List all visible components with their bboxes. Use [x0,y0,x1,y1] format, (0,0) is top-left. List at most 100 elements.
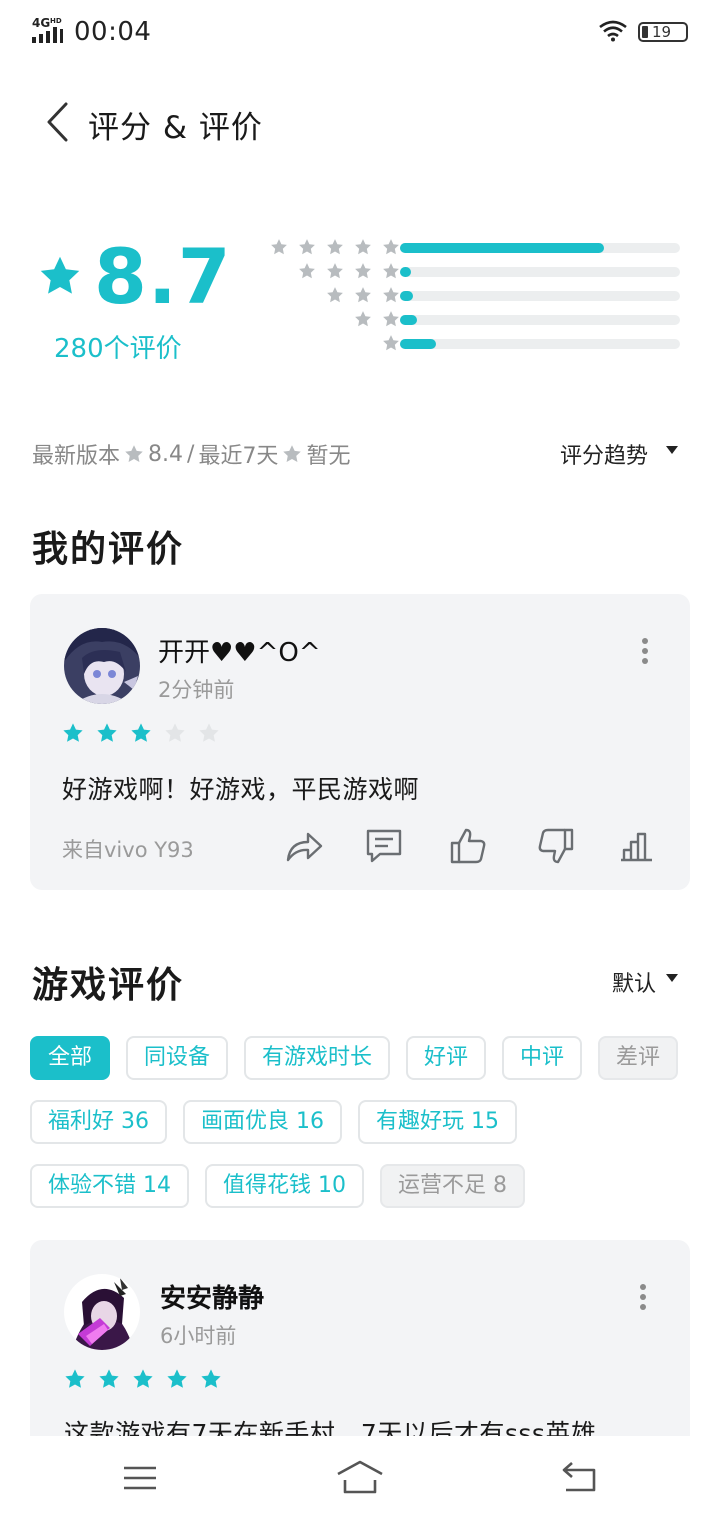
distribution-stars [270,238,400,258]
latest-version-rating: 最新版本 8.4 / 最近7天 暂无 [32,438,350,470]
star-icon [65,1369,85,1388]
filter-chip[interactable]: 全部 [30,1036,111,1080]
star-icon [383,239,399,255]
review-time: 6小时前 [160,1324,237,1348]
distribution-row-3-star [250,284,690,308]
comment-icon[interactable] [364,826,404,866]
star-icon [63,723,83,742]
status-bar: 4G HD 00:04 19 [0,0,720,64]
filter-chip[interactable]: 画面优良 16 [183,1100,342,1144]
filter-chip[interactable]: 有游戏时长 [244,1036,391,1080]
filter-chip[interactable]: 体验不错 14 [30,1164,189,1208]
menu-icon[interactable] [118,1458,162,1498]
star-icon [133,1369,153,1388]
star-icon [355,311,371,327]
star-icon [97,723,117,742]
star-icon [271,239,287,255]
review-text: 好游戏啊！好游戏，平民游戏啊 [62,775,420,804]
avatar[interactable] [64,628,140,704]
caret-down-icon[interactable] [666,446,678,454]
star-icon [355,287,371,303]
header: 评分 & 评价 [0,90,720,154]
latest-version-label: 最新版本 [32,444,121,469]
thumbs-up-icon[interactable] [448,826,488,866]
signal-4g-icon: 4G HD [32,16,63,43]
svg-text:4G: 4G [32,16,50,30]
status-time: 00:04 [74,17,152,47]
star-icon [299,263,315,279]
distribution-bar-fill [400,315,417,325]
wifi-icon [599,20,627,42]
star-icon [299,239,315,255]
svg-text:HD: HD [50,17,62,25]
star-icon [327,263,343,279]
distribution-bar-track [400,291,680,301]
star-icon [383,311,399,327]
distribution-bar-track [400,267,680,277]
star-icon [383,287,399,303]
star-icon [125,445,143,462]
rating-count: 280个评价 [54,334,182,364]
avatar[interactable] [64,1274,140,1350]
user-name: 开开♥♥^O^ [158,638,321,668]
score-value: 8.7 [94,232,232,321]
filter-chip[interactable]: 同设备 [126,1036,229,1080]
distribution-bar-track [400,315,680,325]
filter-chip[interactable]: 值得花钱 10 [205,1164,364,1208]
review-time: 2分钟前 [158,678,235,702]
stats-icon[interactable] [618,826,658,866]
distribution-stars [354,310,400,330]
rating-trend-button[interactable]: 评分趋势 [560,438,648,470]
caret-down-icon[interactable] [666,974,678,982]
distribution-bar-fill [400,339,437,349]
star-icon [383,335,399,351]
distribution-bar-track [400,339,680,349]
filter-chip[interactable]: 差评 [598,1036,679,1080]
star-icon [201,1369,221,1388]
filter-chip[interactable]: 中评 [502,1036,583,1080]
star-icon [383,263,399,279]
recent-label: 最近7天 [198,444,279,469]
star-icon [283,445,302,462]
distribution-bar-track [400,243,680,253]
user-name: 安安静静 [160,1284,265,1314]
battery-level: 19 [652,23,672,41]
review-stars [62,722,220,744]
distribution-stars [382,334,400,354]
share-icon[interactable] [284,826,324,866]
distribution-stars [326,286,400,306]
filter-chip[interactable]: 有趣好玩 15 [358,1100,517,1144]
overall-score: 8.7 280个评价 [36,232,236,370]
distribution-row-2-star [250,308,690,332]
rating-distribution [250,236,690,366]
star-icon [327,239,343,255]
more-options-icon[interactable] [640,1284,648,1310]
distribution-row-5-star [250,236,690,260]
device-label: 来自vivo Y93 [62,838,194,862]
page-title: 评分 & 评价 [88,110,263,146]
thumbs-down-icon[interactable] [536,826,576,866]
distribution-bar-fill [400,291,413,301]
sort-dropdown[interactable]: 默认 [612,966,656,998]
filter-chip[interactable]: 福利好 36 [30,1100,167,1144]
review-stars [64,1368,222,1390]
distribution-row-4-star [250,260,690,284]
star-icon [99,1369,119,1388]
distribution-stars [298,262,400,282]
star-icon [167,1369,187,1388]
star-icon [40,256,80,294]
star-icon [355,239,371,255]
my-review-title: 我的评价 [32,529,185,570]
distribution-bar-fill [400,243,605,253]
home-icon[interactable] [336,1458,384,1498]
more-options-icon[interactable] [642,638,650,664]
distribution-bar-fill [400,267,412,277]
version-rating-row: 最新版本 8.4 / 最近7天 暂无 评分趋势 [32,434,688,470]
filter-chip[interactable]: 好评 [406,1036,487,1080]
back-icon[interactable] [556,1458,600,1498]
star-icon [199,723,219,742]
star-icon [327,287,343,303]
back-arrow-icon[interactable] [40,100,76,144]
game-reviews-title: 游戏评价 [32,965,185,1006]
filter-chip[interactable]: 运营不足 8 [380,1164,525,1208]
